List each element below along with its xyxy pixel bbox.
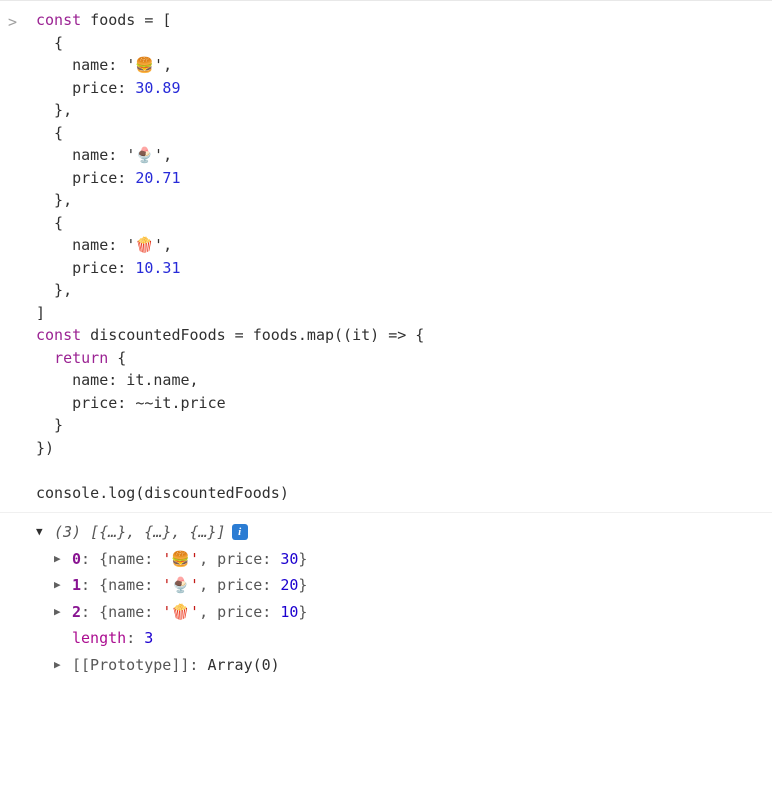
code-token: const [36,11,81,29]
code-line: } [36,414,424,437]
code-token: { [36,124,63,142]
array-item-content: 1: {name: '🍨', price: 20} [72,574,307,597]
code-line: console.log(discountedFoods) [36,482,424,505]
code-block[interactable]: const foods = [ { name: '🍔', price: 30.8… [36,9,424,504]
code-line: price: 30.89 [36,77,424,100]
code-token: 30.89 [135,79,180,97]
code-line: price: 10.31 [36,257,424,280]
console-input-entry: > const foods = [ { name: '🍔', price: 30… [0,0,772,508]
code-line: name: '🍿', [36,234,424,257]
disclosure-triangle-collapsed-icon[interactable]: ▶ [54,577,66,594]
disclosure-triangle-collapsed-icon[interactable]: ▶ [54,604,66,621]
code-token [36,349,54,367]
code-line: }) [36,437,424,460]
code-token: '🍔' [126,56,163,74]
code-token: 20.71 [135,169,180,187]
code-line: ] [36,302,424,325]
code-token: }) [36,439,54,457]
code-token: foods = [ [81,11,171,29]
code-token: 10.31 [135,259,180,277]
code-line: price: ~~it.price [36,392,424,415]
array-item-row[interactable]: ▶ 1: {name: '🍨', price: 20} [54,572,764,599]
code-token: { [108,349,126,367]
code-token: const [36,326,81,344]
code-token: console.log(discountedFoods) [36,484,289,502]
code-token: { [36,34,63,52]
input-prompt-icon: > [8,9,36,504]
code-line: { [36,212,424,235]
console-output-entry: ▼ (3) [{…}, {…}, {…}] i ▶ 0: {name: '🍔', … [0,512,772,684]
array-item-row[interactable]: ▶ 2: {name: '🍿', price: 10} [54,599,764,626]
code-line: name: '🍨', [36,144,424,167]
array-prototype-row[interactable]: ▶ [[Prototype]]: Array(0) [36,652,764,679]
code-token: return [54,349,108,367]
code-line: const foods = [ [36,9,424,32]
code-token: name: [36,146,126,164]
code-line: name: '🍔', [36,54,424,77]
array-item-row[interactable]: ▶ 0: {name: '🍔', price: 30} [54,546,764,573]
code-token: , [163,236,172,254]
code-token: name: [36,236,126,254]
code-line: const discountedFoods = foods.map((it) =… [36,324,424,347]
code-token: , [163,146,172,164]
code-token: name: [36,56,126,74]
code-token: price: ~~it.price [36,394,226,412]
code-token: }, [36,281,72,299]
array-items: ▶ 0: {name: '🍔', price: 30} ▶ 1: {name: '🍨'… [36,546,764,626]
array-summary: (3) [{…}, {…}, {…}] [54,521,226,544]
code-line: price: 20.71 [36,167,424,190]
disclosure-triangle-collapsed-icon[interactable]: ▶ [54,551,66,568]
code-token: price: [36,79,135,97]
code-line: }, [36,99,424,122]
code-line: name: it.name, [36,369,424,392]
code-token: price: [36,169,135,187]
code-line: return { [36,347,424,370]
disclosure-triangle-expanded-icon[interactable]: ▼ [36,524,48,541]
code-line: { [36,122,424,145]
code-token: '🍨' [126,146,163,164]
code-token: , [163,56,172,74]
code-token: { [36,214,63,232]
array-item-content: 2: {name: '🍿', price: 10} [72,601,307,624]
code-token: ] [36,304,45,322]
code-line [36,459,424,482]
disclosure-triangle-collapsed-icon[interactable]: ▶ [54,657,66,674]
code-line: }, [36,189,424,212]
code-token: discountedFoods = foods.map((it) => { [81,326,424,344]
array-item-content: 0: {name: '🍔', price: 30} [72,548,307,571]
code-token: '🍿' [126,236,163,254]
code-token: }, [36,191,72,209]
code-token: name: it.name, [36,371,199,389]
output-summary-row[interactable]: ▼ (3) [{…}, {…}, {…}] i [36,519,764,546]
array-length-row: length: 3 [36,625,764,652]
code-token: }, [36,101,72,119]
code-line: }, [36,279,424,302]
code-token: price: [36,259,135,277]
code-line: { [36,32,424,55]
info-badge-icon[interactable]: i [232,524,248,540]
code-token: } [36,416,63,434]
